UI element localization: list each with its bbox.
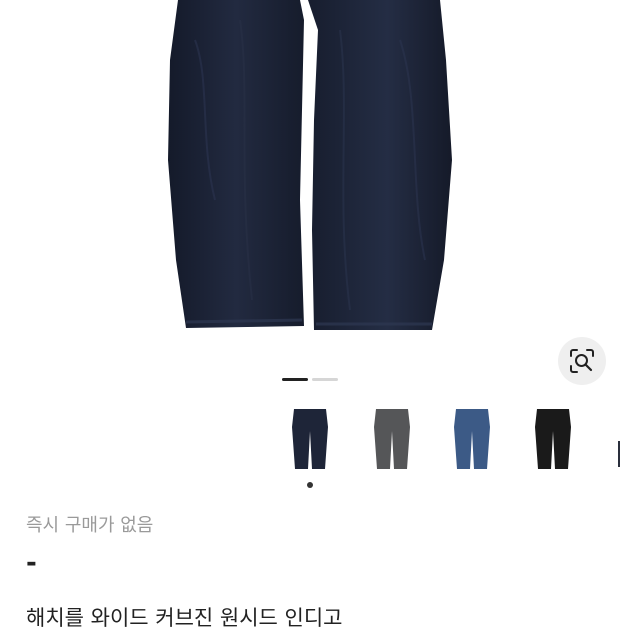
thumbnail-option-partial[interactable] xyxy=(610,400,620,480)
product-title: 해치를 와이드 커브진 원시드 인디고 xyxy=(26,606,343,630)
jeans-thumbnail-image xyxy=(292,409,328,469)
image-search-button[interactable] xyxy=(558,337,606,385)
pager-indicator xyxy=(312,378,338,381)
jeans-thumbnail-image xyxy=(454,409,490,469)
color-thumbnail-strip[interactable] xyxy=(270,400,620,480)
product-image[interactable] xyxy=(0,0,620,400)
pager-indicator-active xyxy=(282,378,308,381)
jeans-thumbnail-image xyxy=(618,441,620,467)
lens-search-icon xyxy=(570,349,594,373)
gallery-pager xyxy=(282,378,338,381)
thumbnail-option-indigo[interactable] xyxy=(270,400,350,480)
jeans-thumbnail-image xyxy=(535,409,571,469)
jeans-photo xyxy=(168,0,452,330)
price-value: - xyxy=(26,548,37,578)
thumbnail-option-black[interactable] xyxy=(513,400,593,480)
thumbnail-option-grey[interactable] xyxy=(352,400,432,480)
jeans-thumbnail-image xyxy=(374,409,410,469)
selected-thumbnail-dot xyxy=(307,482,313,488)
instant-buy-status: 즉시 구매가 없음 xyxy=(26,515,154,536)
thumbnail-option-blue[interactable] xyxy=(432,400,512,480)
